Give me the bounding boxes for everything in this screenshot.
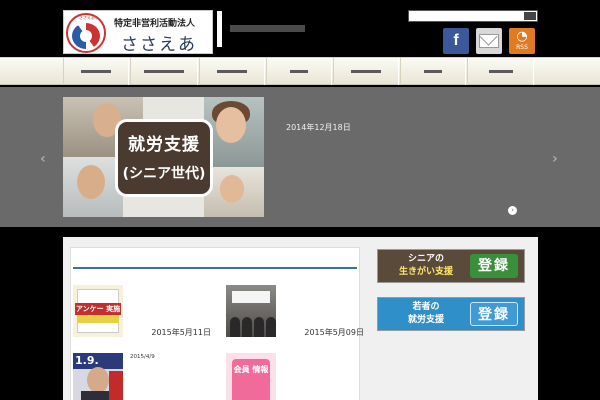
search-button[interactable]	[524, 12, 536, 20]
nav-item-4[interactable]	[266, 58, 332, 85]
nav-item-5[interactable]	[333, 58, 399, 85]
post-date: 2015年5月11日	[151, 328, 211, 337]
slide-date: 2014年12月18日	[286, 123, 351, 132]
banner1-line2: 生きがい支援	[398, 267, 453, 277]
search-input[interactable]	[408, 10, 538, 22]
post-thumbnail[interactable]	[226, 285, 276, 337]
list-item[interactable]: 1.9. 2015/4/9	[73, 353, 213, 400]
rss-label: RSS	[516, 44, 528, 51]
nav-item-6[interactable]	[400, 58, 466, 85]
thumb-headline: 会員 情報	[232, 359, 270, 400]
slide-more-link[interactable]: ›	[505, 206, 517, 215]
org-type: 特定非営利活動法人	[114, 19, 196, 29]
list-item[interactable]: 2015年5月09日	[226, 285, 366, 345]
banner1-register-button[interactable]: 登録	[470, 254, 518, 278]
banner2-register-button[interactable]: 登録	[470, 302, 518, 326]
content-area: アンケー 実施し 2015年5月11日 2015年5月09日 1.9. 2015…	[63, 237, 538, 400]
logo-mark-icon: ささえあい	[66, 13, 106, 53]
nav-item-3[interactable]	[199, 58, 265, 85]
arrow-right-icon: ›	[508, 206, 517, 215]
rss-icon[interactable]: ◔ RSS	[509, 28, 535, 54]
banner2-line1: 若者の	[412, 302, 440, 312]
badge-line1: 就労支援	[128, 135, 200, 155]
slide-badge: 就労支援 (シニア世代)	[115, 119, 213, 197]
badge-line2: (シニア世代)	[122, 166, 206, 182]
post-thumbnail[interactable]: アンケー 実施し	[73, 285, 123, 337]
header-divider	[217, 11, 222, 47]
senior-register-banner[interactable]: シニアの 生きがい支援 登録	[377, 249, 525, 283]
banner1-line1: シニアの	[407, 254, 444, 264]
banner1-text: シニアの 生きがい支援	[386, 253, 466, 279]
logo-ring-text: ささえあい	[79, 15, 99, 20]
post-thumbnail[interactable]: 1.9.	[73, 353, 123, 400]
site-tagline	[230, 25, 305, 32]
list-item[interactable]: アンケー 実施し 2015年5月11日	[73, 285, 213, 345]
post-date: 2015年5月09日	[304, 328, 364, 337]
nav-item-1[interactable]	[63, 58, 129, 85]
youth-register-banner[interactable]: 若者の 就労支援 登録	[377, 297, 525, 331]
main-nav	[0, 57, 600, 85]
banner2-line2: 就労支援	[407, 315, 444, 325]
mail-icon[interactable]	[476, 28, 502, 54]
nav-item-7[interactable]	[467, 58, 534, 85]
facebook-icon[interactable]: f	[443, 28, 469, 54]
post-title[interactable]: 2015/4/9	[130, 353, 212, 361]
chevron-left-icon[interactable]: ‹	[40, 151, 46, 167]
news-section: アンケー 実施し 2015年5月11日 2015年5月09日 1.9. 2015…	[70, 247, 364, 400]
nav-item-2[interactable]	[130, 58, 198, 85]
featured-slider: ‹ › 就労支援 (シニア世代) 2014年12月18日 ›	[0, 87, 600, 227]
banner2-text: 若者の 就労支援	[386, 301, 466, 327]
slide-image[interactable]: 就労支援 (シニア世代)	[63, 97, 264, 217]
chevron-right-icon[interactable]: ›	[552, 151, 558, 167]
list-item[interactable]: 会員 情報	[226, 353, 366, 400]
thumb-headline: アンケー 実施し	[75, 303, 121, 325]
section-heading	[73, 253, 357, 269]
site-logo[interactable]: ささえあい 特定非営利活動法人 ささえあい	[63, 10, 213, 80]
post-thumbnail[interactable]: 会員 情報	[226, 353, 276, 400]
